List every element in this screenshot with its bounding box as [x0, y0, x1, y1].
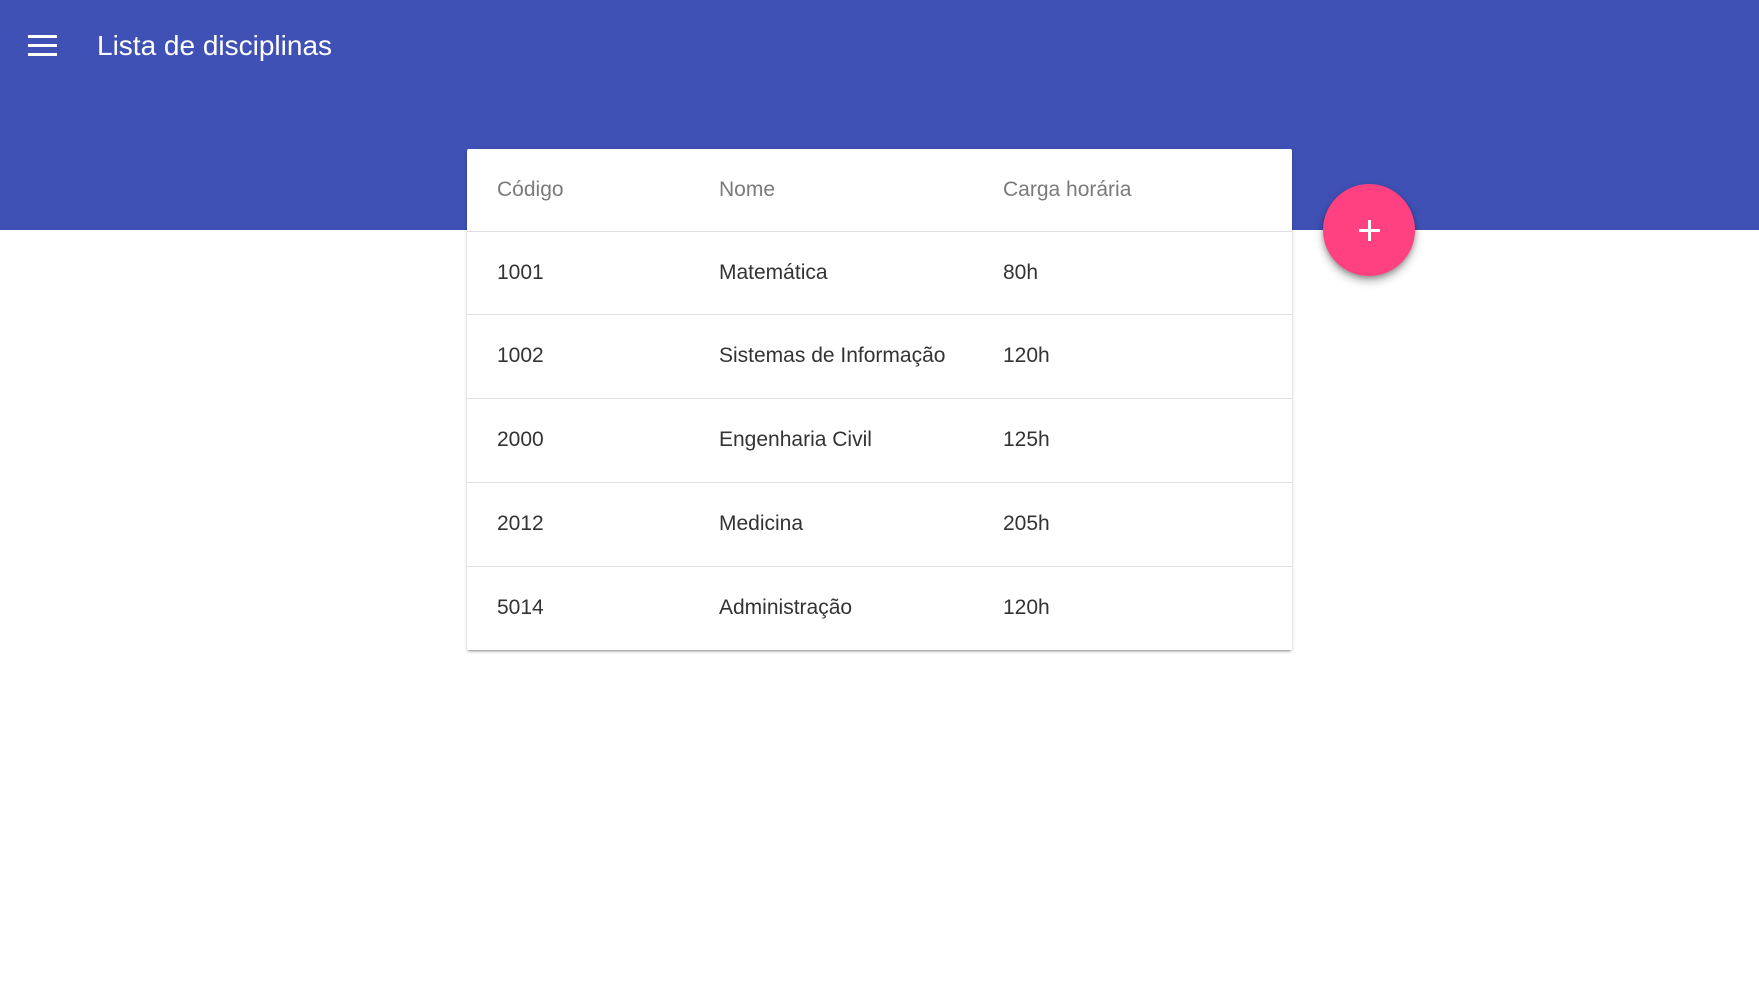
- cell-nome: Sistemas de Informação: [719, 344, 946, 367]
- header-codigo: Código: [497, 177, 564, 201]
- cell-codigo: 2000: [497, 428, 544, 451]
- disciplinas-table-card: Código Nome Carga horária 1001 Matemátic…: [467, 149, 1292, 650]
- header-carga-horaria: Carga horária: [1003, 177, 1132, 201]
- cell-carga-horaria: 80h: [1003, 260, 1039, 284]
- cell-carga-horaria: 120h: [1003, 344, 1050, 367]
- table-row[interactable]: 1002 Sistemas de Informação 120h: [467, 314, 1292, 398]
- cell-codigo: 2012: [497, 512, 544, 535]
- page-title: Lista de disciplinas: [97, 30, 333, 61]
- table-header-row: Código Nome Carga horária: [467, 149, 1292, 231]
- table-row[interactable]: 1001 Matemática 80h: [467, 231, 1292, 314]
- cell-codigo: 1002: [497, 344, 544, 367]
- cell-carga-horaria: 205h: [1003, 512, 1050, 535]
- cell-codigo: 1001: [497, 260, 544, 284]
- toolbar: Lista de disciplinas: [0, 0, 1759, 90]
- cell-carga-horaria: 125h: [1003, 428, 1050, 451]
- cell-nome: Administração: [719, 596, 853, 620]
- table-row[interactable]: 2012 Medicina 205h: [467, 482, 1292, 566]
- cell-nome: Engenharia Civil: [719, 428, 872, 451]
- add-disciplina-button[interactable]: [1323, 184, 1415, 276]
- header-nome: Nome: [719, 177, 776, 201]
- cell-carga-horaria: 120h: [1003, 596, 1050, 620]
- table-row[interactable]: 5014 Administração 120h: [467, 566, 1292, 650]
- cell-nome: Medicina: [719, 512, 804, 535]
- disciplinas-table: Código Nome Carga horária 1001 Matemátic…: [467, 149, 1292, 650]
- cell-nome: Matemática: [719, 260, 828, 284]
- table-row[interactable]: 2000 Engenharia Civil 125h: [467, 398, 1292, 482]
- menu-icon[interactable]: [22, 27, 62, 63]
- cell-codigo: 5014: [497, 596, 544, 620]
